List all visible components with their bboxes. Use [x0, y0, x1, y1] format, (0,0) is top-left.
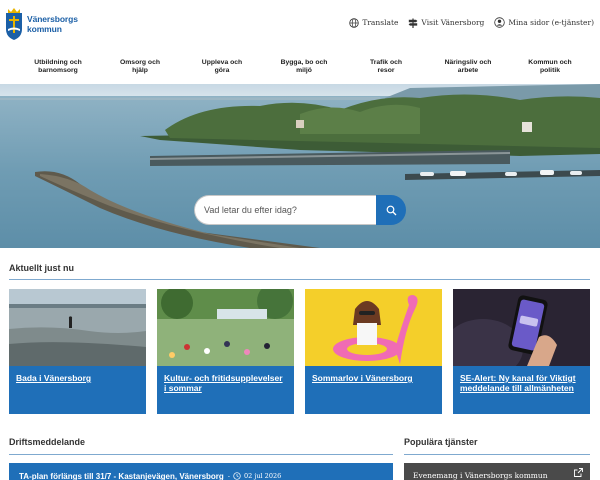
nav-label-line-2: miljö [296, 67, 312, 74]
coat-of-arms-icon [6, 8, 22, 40]
globe-icon [349, 17, 360, 28]
date-separator: - [227, 472, 230, 480]
nav-item-omsorg[interactable]: Omsorg och hjälp [110, 54, 170, 82]
hero-banner [0, 84, 600, 248]
news-card[interactable]: Sommarlov i Vänersborg [305, 289, 442, 414]
nav-item-utbildning[interactable]: Utbildning och barnomsorg [28, 54, 88, 82]
nav-label-line-1: Trafik och [369, 59, 403, 66]
nav-label-line-1: Kommun och [528, 59, 572, 66]
news-card-title: SE-Alert: Ny kanal för Viktigt meddeland… [460, 373, 576, 393]
clock-icon [233, 472, 241, 480]
translate-label: Translate [362, 18, 399, 27]
nav-label-line-1: Bygga, bo och [280, 59, 328, 66]
nav-label-line-2: politik [539, 67, 560, 74]
news-card-title: Bada i Vänersborg [16, 373, 92, 383]
utility-links: Translate Visit Vänersborg Mina sidor (e… [349, 17, 594, 28]
news-divider [9, 279, 590, 280]
signpost-icon [409, 18, 418, 28]
news-card-list: Bada i Vänersborg Kultur- och fritidsupp… [9, 289, 591, 414]
nav-label-line-2: hjälp [132, 67, 148, 74]
drift-message-date: - 02 jul 2026 [228, 472, 281, 480]
drift-message-item[interactable]: TA-plan förlängs till 31/7 - Kastanjeväg… [9, 463, 393, 480]
nav-label-line-2: barnomsorg [38, 67, 78, 74]
nav-item-uppleva[interactable]: Uppleva och göra [192, 54, 252, 82]
nav-item-kommun[interactable]: Kommun och politik [520, 54, 580, 82]
news-card-title: Kultur- och fritidsupplevelser i sommar [164, 373, 283, 393]
nav-label-line-1: Näringsliv och [444, 59, 492, 66]
park-event-image [157, 289, 294, 366]
drift-divider [9, 454, 393, 455]
logo-line-1: Vänersborgs [27, 14, 78, 24]
logo-line-2: kommun [27, 24, 62, 34]
nav-label-line-1: Omsorg och [119, 59, 161, 66]
external-link-icon [574, 468, 583, 477]
nav-label-line-2: arbete [457, 67, 479, 74]
news-card[interactable]: SE-Alert: Ny kanal för Viktigt meddeland… [453, 289, 590, 414]
main-nav: Utbildning och barnomsorg Omsorg och hjälp… [0, 54, 600, 82]
search-icon [386, 205, 396, 215]
search-button[interactable] [376, 195, 406, 225]
news-card-title: Sommarlov i Vänersborg [312, 373, 413, 383]
mina-sidor-label: Mina sidor (e-tjänster) [508, 18, 594, 27]
nav-item-naringsliv[interactable]: Näringsliv och arbete [438, 54, 498, 82]
news-card[interactable]: Kultur- och fritidsupplevelser i sommar [157, 289, 294, 414]
summer-girl-image [305, 289, 442, 366]
mina-sidor-link[interactable]: Mina sidor (e-tjänster) [494, 17, 594, 28]
drift-section-title: Driftsmeddelande [9, 437, 86, 447]
popular-service-item[interactable]: Evenemang i Vänersborgs kommun [404, 463, 590, 480]
site-logo[interactable]: Vänersborgs kommun [4, 6, 84, 42]
visit-link[interactable]: Visit Vänersborg [408, 18, 484, 28]
nav-label-line-1: Utbildning och [34, 59, 82, 66]
beach-image [9, 289, 146, 366]
logo-text: Vänersborgs kommun [27, 14, 78, 34]
translate-link[interactable]: Translate [349, 17, 399, 28]
user-icon [494, 17, 506, 28]
visit-label: Visit Vänersborg [421, 18, 485, 27]
site-header: Vänersborgs kommun Translate Visit Väner… [0, 0, 600, 48]
search-input[interactable] [194, 195, 376, 225]
date-value: 02 jul 2026 [244, 472, 282, 480]
search-bar [194, 195, 406, 225]
drift-message-link[interactable]: TA-plan förlängs till 31/7 - Kastanjeväg… [19, 472, 224, 480]
news-section-title: Aktuellt just nu [9, 263, 74, 273]
popular-divider [404, 454, 590, 455]
nav-item-trafik[interactable]: Trafik och resor [356, 54, 416, 82]
news-card[interactable]: Bada i Vänersborg [9, 289, 146, 414]
nav-label-line-2: göra [214, 67, 230, 74]
nav-label-line-1: Uppleva och [201, 59, 243, 66]
popular-service-label: Evenemang i Vänersborgs kommun [413, 471, 548, 480]
nav-label-line-2: resor [377, 67, 395, 74]
nav-item-bygga[interactable]: Bygga, bo och miljö [274, 54, 334, 82]
popular-section-title: Populära tjänster [404, 437, 478, 447]
phone-alert-image [453, 289, 590, 366]
